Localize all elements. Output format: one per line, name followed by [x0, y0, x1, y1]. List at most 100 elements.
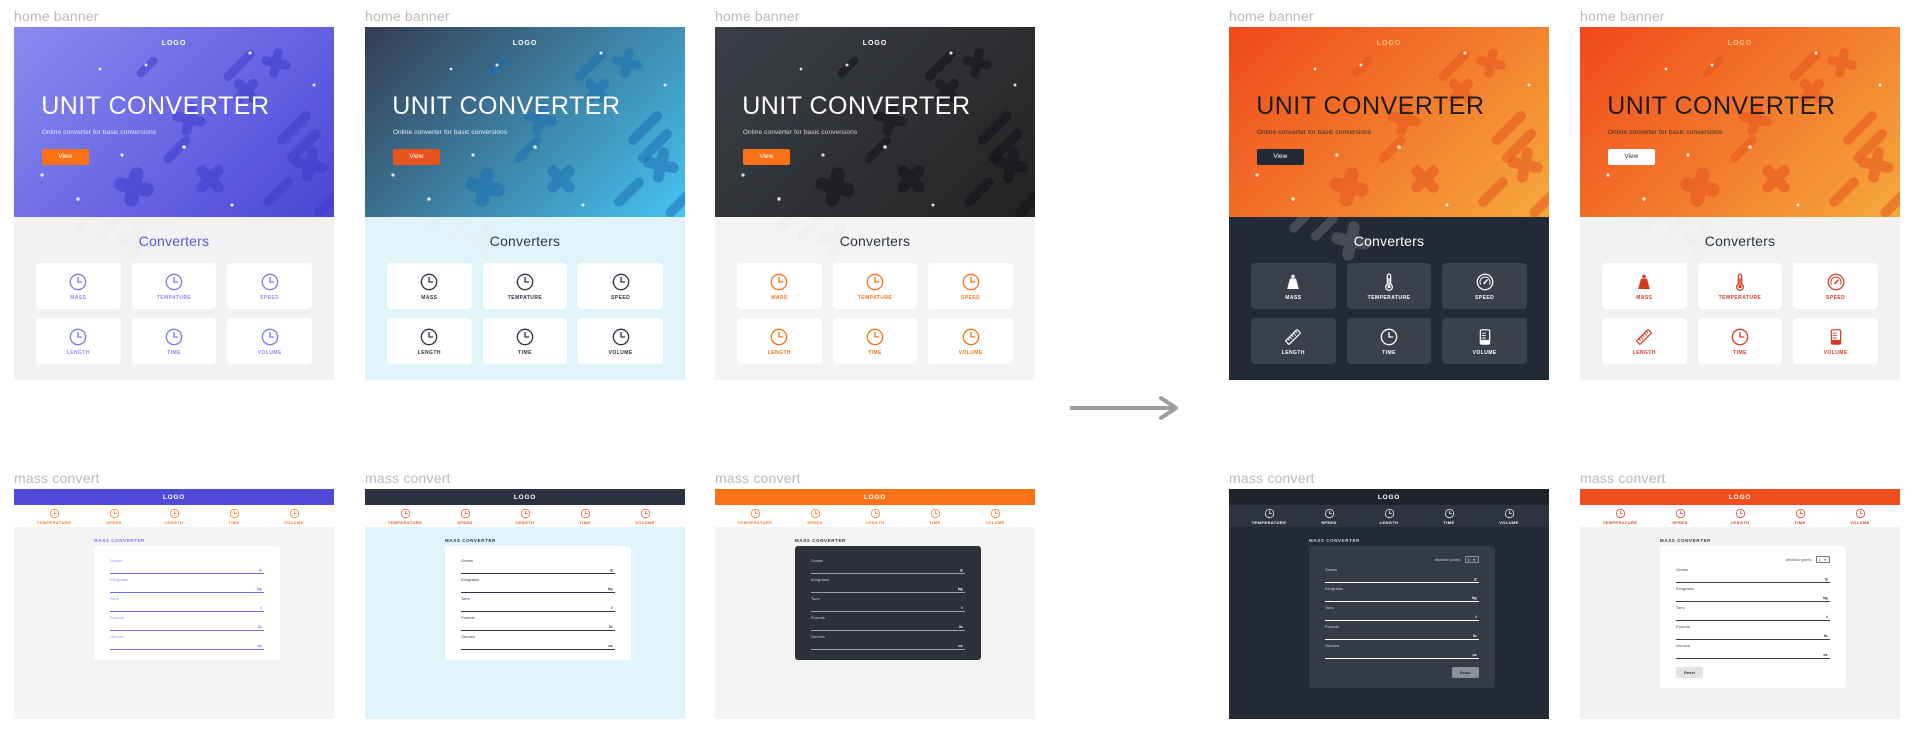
field-input[interactable]: oz: [110, 639, 264, 650]
nav-item-volume[interactable]: VOLUME: [1830, 508, 1890, 525]
field-input[interactable]: t: [811, 601, 965, 612]
field-input[interactable]: lb: [461, 620, 615, 631]
field-input[interactable]: lb: [811, 620, 965, 631]
field-input[interactable]: t: [110, 601, 264, 612]
converter-card-volume[interactable]: VOLUME: [1793, 318, 1878, 364]
field-input[interactable]: lb: [110, 620, 264, 631]
nav-item-time[interactable]: TIME: [905, 508, 965, 525]
field-input[interactable]: lb: [1676, 629, 1830, 640]
field-input[interactable]: oz: [1676, 648, 1830, 659]
nav-item-speed[interactable]: SPEED: [84, 508, 144, 525]
nav-item-label: LENGTH: [164, 519, 184, 525]
hero-view-button[interactable]: View: [742, 148, 790, 165]
clock-icon: [109, 508, 119, 518]
field-input[interactable]: oz: [811, 639, 965, 650]
nav-item-volume[interactable]: VOLUME: [965, 508, 1025, 525]
converter-card-mass[interactable]: MASS: [1251, 263, 1336, 309]
nav-item-volume[interactable]: VOLUME: [1479, 508, 1539, 525]
converter-card-length[interactable]: LENGTH: [36, 318, 121, 364]
decimal-points-select[interactable]: 1 ▼: [1464, 556, 1479, 563]
field-input[interactable]: g: [811, 563, 965, 574]
field-input[interactable]: kg: [110, 582, 264, 593]
nav-item-length[interactable]: LENGTH: [495, 508, 555, 525]
converter-card-speed[interactable]: SPEED: [227, 263, 312, 309]
nav-item-temperature[interactable]: TEMPERATURE: [24, 508, 84, 525]
converter-card-length[interactable]: LENGTH: [1251, 318, 1336, 364]
field-input[interactable]: t: [1676, 610, 1830, 621]
clock-icon: [1444, 508, 1454, 518]
converter-card-volume[interactable]: VOLUME: [578, 318, 663, 364]
converter-card-speed[interactable]: SPEED: [928, 263, 1013, 309]
field-input[interactable]: kg: [461, 582, 615, 593]
field-input[interactable]: kg: [1676, 591, 1830, 602]
converter-card-length[interactable]: LENGTH: [737, 318, 822, 364]
nav-item-speed[interactable]: SPEED: [785, 508, 845, 525]
converter-card-tempature[interactable]: TEMPATURE: [131, 263, 217, 309]
reset-button[interactable]: Reset: [1676, 667, 1703, 678]
converter-card-length[interactable]: LENGTH: [387, 318, 472, 364]
converter-card-volume[interactable]: VOLUME: [928, 318, 1013, 364]
nav-item-temperature[interactable]: TEMPERATURE: [375, 508, 435, 525]
field-input[interactable]: lb: [1325, 629, 1479, 640]
field-input[interactable]: t: [1325, 610, 1479, 621]
converter-card-tempature[interactable]: TEMPATURE: [482, 263, 568, 309]
converter-card-time[interactable]: TIME: [131, 318, 217, 364]
hero-logo: LOGO: [161, 40, 187, 48]
hero-view-button[interactable]: View: [1607, 148, 1655, 165]
nav-item-temperature[interactable]: TEMPERATURE: [1590, 508, 1650, 525]
nav-item-time[interactable]: TIME: [1770, 508, 1830, 525]
converter-card-time[interactable]: TIME: [1346, 318, 1432, 364]
nav-item-speed[interactable]: SPEED: [1650, 508, 1710, 525]
hero-view-button[interactable]: View: [41, 148, 89, 165]
hero-view-button[interactable]: View: [1256, 148, 1304, 165]
nav-item-speed[interactable]: SPEED: [435, 508, 495, 525]
hero-view-button[interactable]: View: [392, 148, 440, 165]
panel-caption: mass convert: [1229, 470, 1315, 486]
nav-item-volume[interactable]: VOLUME: [264, 508, 324, 525]
nav-item-volume[interactable]: VOLUME: [615, 508, 675, 525]
nav-item-time[interactable]: TIME: [204, 508, 264, 525]
converter-card-temperature[interactable]: TEMPERATURE: [1346, 263, 1432, 309]
nav-item-length[interactable]: LENGTH: [1710, 508, 1770, 525]
converter-card-time[interactable]: TIME: [482, 318, 568, 364]
field-unit: oz: [1472, 653, 1477, 657]
converter-card-mass[interactable]: MASS: [387, 263, 472, 309]
converter-card-mass[interactable]: MASS: [1602, 263, 1687, 309]
converter-card-time[interactable]: TIME: [832, 318, 918, 364]
field-input[interactable]: oz: [461, 639, 615, 650]
nav-item-length[interactable]: LENGTH: [845, 508, 905, 525]
converter-card-mass[interactable]: MASS: [36, 263, 121, 309]
nav-item-time[interactable]: TIME: [1419, 508, 1479, 525]
converter-card-length[interactable]: LENGTH: [1602, 318, 1687, 364]
converter-card-volume[interactable]: VOLUME: [1442, 318, 1527, 364]
field-underline: [1676, 658, 1830, 659]
field-pounds: Pounds lb: [811, 616, 965, 631]
converter-card-speed[interactable]: SPEED: [1793, 263, 1878, 309]
field-input[interactable]: oz: [1325, 648, 1479, 659]
nav-item-length[interactable]: LENGTH: [1359, 508, 1419, 525]
nav-item-length[interactable]: LENGTH: [144, 508, 204, 525]
field-input[interactable]: g: [1676, 572, 1830, 583]
field-input[interactable]: kg: [811, 582, 965, 593]
converter-card-time[interactable]: TIME: [1697, 318, 1783, 364]
convert-page-header: LOGO: [14, 489, 334, 505]
nav-item-temperature[interactable]: TEMPERATURE: [725, 508, 785, 525]
field-input[interactable]: t: [461, 601, 615, 612]
field-input[interactable]: g: [1325, 572, 1479, 583]
field-input[interactable]: kg: [1325, 591, 1479, 602]
field-underline: [1325, 620, 1479, 621]
converter-card-speed[interactable]: SPEED: [578, 263, 663, 309]
nav-item-time[interactable]: TIME: [555, 508, 615, 525]
decimal-points-select[interactable]: 1 ▼: [1815, 556, 1830, 563]
field-input[interactable]: g: [110, 563, 264, 574]
converter-card-mass[interactable]: MASS: [737, 263, 822, 309]
converter-card-volume[interactable]: VOLUME: [227, 318, 312, 364]
clock-icon: [770, 328, 788, 345]
reset-button[interactable]: Reset: [1451, 667, 1479, 678]
converter-card-tempature[interactable]: TEMPATURE: [832, 263, 918, 309]
nav-item-temperature[interactable]: TEMPERATURE: [1239, 508, 1299, 525]
field-input[interactable]: g: [461, 563, 615, 574]
converter-card-speed[interactable]: SPEED: [1442, 263, 1527, 309]
converter-card-temperature[interactable]: TEMPERATURE: [1697, 263, 1783, 309]
nav-item-speed[interactable]: SPEED: [1299, 508, 1359, 525]
